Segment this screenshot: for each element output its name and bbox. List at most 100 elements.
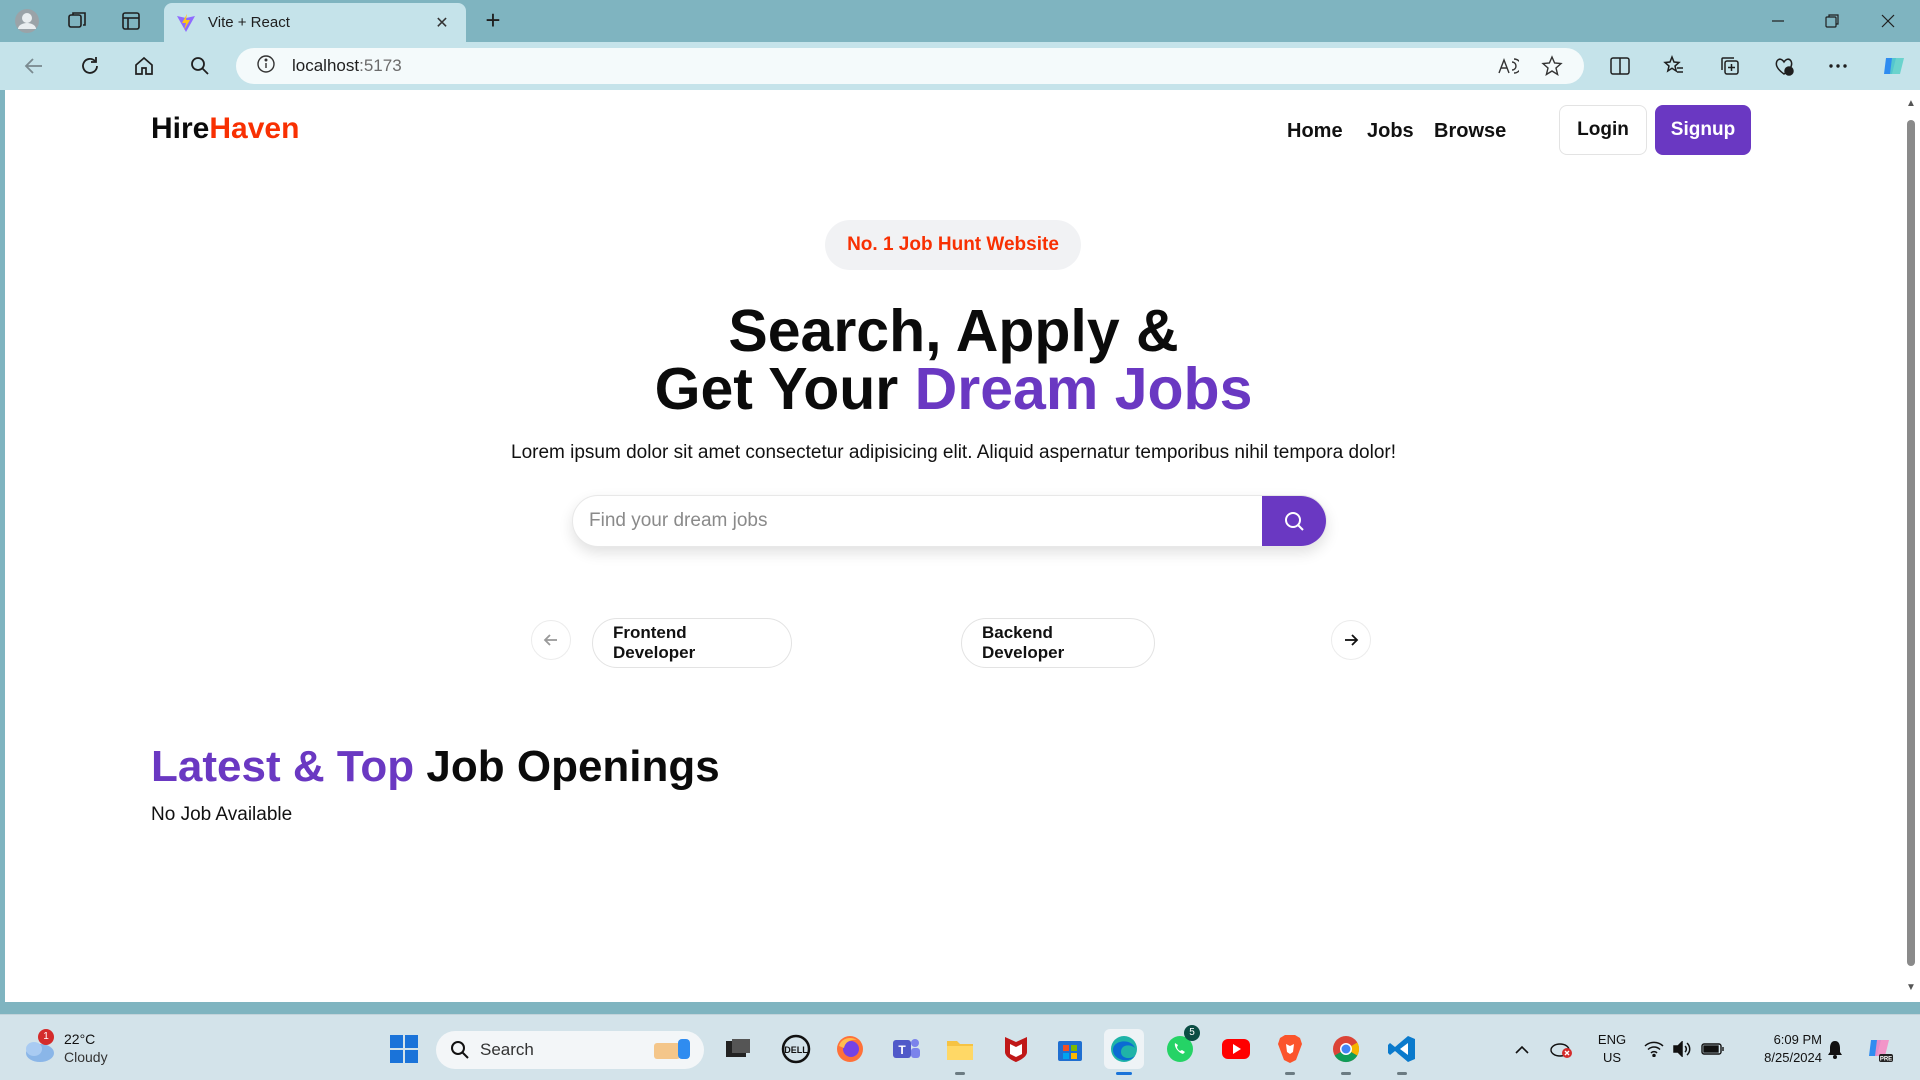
clock-time: 6:09 PM [1773,1032,1822,1047]
openings-heading-accent: Latest & Top [151,742,415,791]
read-aloud-icon[interactable] [1490,48,1526,84]
weather-temperature: 22°C [64,1031,96,1047]
more-options-icon[interactable] [1820,50,1856,82]
openings-heading-plain: Job Openings [414,742,720,791]
chrome-icon[interactable] [1326,1029,1366,1075]
page-scrollbar[interactable]: ▲ ▼ [1902,90,1920,1002]
region-code: US [1602,1050,1622,1065]
weather-description: Cloudy [64,1049,108,1065]
task-view-icon[interactable] [718,1029,758,1069]
taskbar-search-label: Search [480,1040,534,1059]
brave-icon[interactable] [1270,1029,1310,1075]
windows-taskbar: 1 22°C Cloudy Search DELL T 5 ENG US 6:0… [0,1014,1920,1080]
profile-icon[interactable] [0,0,54,42]
address-host: localhost [292,56,360,75]
web-page: HireHaven Home Jobs Browse Login Signup … [5,90,1902,1002]
vertical-tabs-icon[interactable] [104,0,158,42]
svg-text:PRE: PRE [1880,1057,1892,1063]
arrow-right-icon [1345,634,1359,646]
volume-icon[interactable] [1670,1029,1694,1069]
browser-toolbar: localhost:5173 [0,42,1920,90]
show-hidden-icons-icon[interactable] [1512,1029,1532,1069]
notification-bell-icon[interactable] [1824,1029,1846,1069]
minimize-icon[interactable] [1748,0,1808,42]
copilot-icon[interactable] [1876,50,1912,82]
hero-description: Lorem ipsum dolor sit amet consectetur a… [511,442,1396,463]
language-indicator[interactable]: ENG US [1594,1031,1630,1067]
svg-text:DELL: DELL [784,1045,808,1055]
firefox-icon[interactable] [830,1029,870,1069]
back-icon[interactable] [16,50,52,82]
app-running-indicator [1285,1072,1295,1075]
taskbar-clock[interactable]: 6:09 PM 8/25/2024 [1740,1031,1822,1067]
nav-browse[interactable]: Browse [1434,120,1506,143]
close-tab-icon[interactable]: ✕ [430,13,454,33]
job-search-input[interactable] [573,496,1262,546]
hero-heading-plain: Get Your [654,356,915,422]
scroll-down-icon[interactable]: ▼ [1905,982,1917,994]
whatsapp-unread-badge: 5 [1184,1025,1200,1041]
reload-icon[interactable] [72,50,108,82]
job-search-bar [572,495,1327,547]
carousel-next-button[interactable] [1331,620,1371,660]
windows-start-icon[interactable] [384,1029,424,1069]
weather-alert-badge: 1 [38,1029,54,1045]
login-button[interactable]: Login [1559,105,1647,155]
site-info-icon[interactable] [256,54,276,79]
tab-title: Vite + React [208,14,290,31]
wifi-icon[interactable] [1642,1029,1666,1069]
scroll-thumb[interactable] [1907,120,1915,966]
carousel-prev-button[interactable] [531,620,571,660]
search-submit-button[interactable] [1262,496,1326,546]
favorite-star-icon[interactable] [1534,48,1570,84]
logo-accent: Haven [209,112,300,145]
logo-primary: Hire [151,112,210,145]
app-active-indicator [1116,1072,1132,1075]
category-backend-developer[interactable]: Backend Developer [961,618,1155,668]
file-explorer-icon[interactable] [940,1029,980,1075]
search-icon [451,1041,469,1059]
language-code: ENG [1597,1032,1627,1047]
collections-icon[interactable] [1712,50,1748,82]
hero-heading-line2: Get Your Dream Jobs [5,358,1902,420]
youtube-icon[interactable] [1216,1029,1256,1069]
search-icon[interactable] [182,50,218,82]
split-screen-icon[interactable] [1602,50,1638,82]
microsoft-store-icon[interactable] [1050,1029,1090,1069]
edge-icon[interactable] [1104,1029,1144,1075]
close-window-icon[interactable] [1858,0,1918,42]
app-running-indicator [1397,1072,1407,1075]
scroll-up-icon[interactable]: ▲ [1905,98,1917,110]
new-tab-button[interactable]: + [478,6,508,36]
search-highlight-icon [654,1039,690,1059]
mcafee-icon[interactable] [996,1029,1036,1069]
address-port: :5173 [359,56,402,75]
nav-jobs[interactable]: Jobs [1367,120,1414,143]
tab-vite-react[interactable]: Vite + React ✕ [164,3,466,42]
taskbar-search[interactable]: Search [436,1031,704,1069]
nav-home[interactable]: Home [1287,120,1343,143]
category-frontend-developer[interactable]: Frontend Developer [592,618,792,668]
browser-essentials-icon[interactable] [1766,50,1802,82]
signup-button[interactable]: Signup [1655,105,1751,155]
vite-logo-icon [177,13,195,32]
hero-heading-line1: Search, Apply & [728,298,1179,364]
copilot-preview-icon[interactable]: PRE [1862,1029,1898,1069]
restore-icon[interactable] [1802,0,1862,42]
app-running-indicator [1341,1072,1351,1075]
home-icon[interactable] [126,50,162,82]
battery-icon[interactable] [1700,1029,1726,1069]
favorites-icon[interactable] [1656,50,1692,82]
address-bar[interactable]: localhost:5173 [236,48,1584,84]
weather-widget[interactable]: 1 22°C Cloudy [18,1029,118,1069]
onedrive-error-icon[interactable] [1548,1029,1574,1069]
dell-icon[interactable]: DELL [776,1029,816,1069]
whatsapp-icon[interactable]: 5 [1160,1025,1200,1069]
no-jobs-message: No Job Available [151,804,293,825]
vscode-icon[interactable] [1382,1029,1422,1075]
arrow-left-icon [543,634,557,646]
teams-icon[interactable]: T [886,1029,926,1069]
hero-badge: No. 1 Job Hunt Website [825,220,1081,270]
site-logo[interactable]: HireHaven [151,112,299,146]
workspaces-icon[interactable] [50,0,104,42]
